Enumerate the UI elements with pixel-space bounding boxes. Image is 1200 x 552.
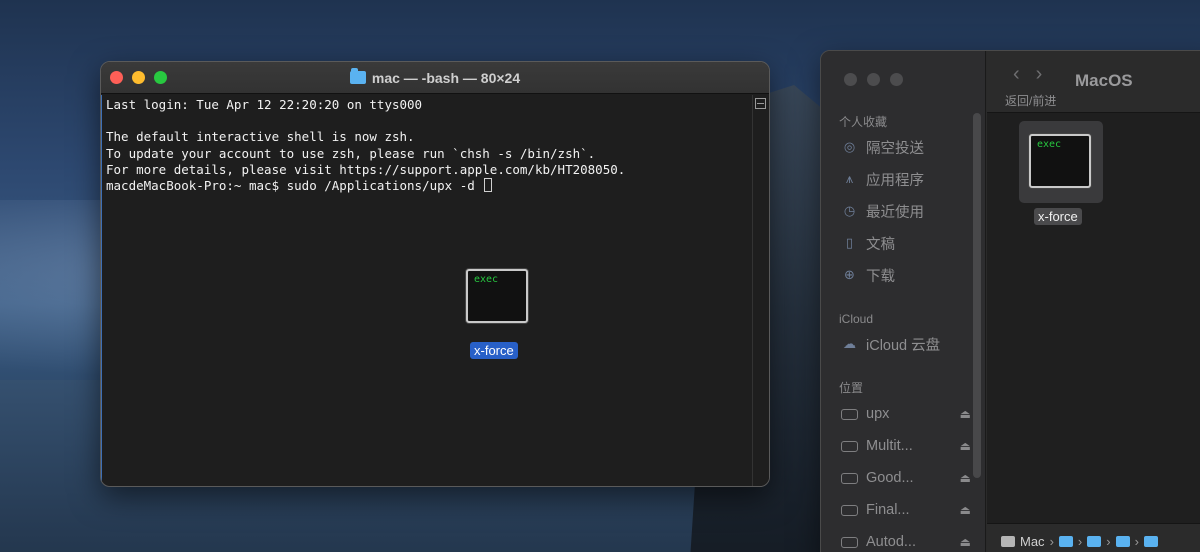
- chevron-right-icon: ›: [1049, 534, 1054, 549]
- terminal-output[interactable]: Last login: Tue Apr 12 22:20:20 on ttys0…: [101, 95, 753, 486]
- disk-icon: [841, 536, 858, 548]
- sidebar-scrollbar[interactable]: [973, 113, 981, 478]
- sidebar-item-applications[interactable]: ⩚ 应用程序: [841, 168, 971, 190]
- sidebar-item-volume[interactable]: Final... ⏏: [841, 499, 971, 521]
- back-chevron-icon[interactable]: ‹: [1013, 63, 1020, 86]
- sidebar-item-label: Final...: [866, 502, 910, 518]
- text-cursor: [484, 177, 493, 192]
- section-header-favorites: 个人收藏: [839, 115, 888, 129]
- document-icon: ▯: [845, 235, 854, 250]
- nav-caption: 返回/前进: [1005, 94, 1057, 108]
- dragged-file-icon[interactable]: exec: [466, 269, 530, 323]
- cloud-icon: ☁: [843, 336, 856, 351]
- eject-icon[interactable]: ⏏: [960, 535, 971, 549]
- finder-toolbar: ‹ › 返回/前进 MacOS: [987, 51, 1200, 113]
- disk-icon: [841, 504, 858, 516]
- minimize-button[interactable]: [867, 73, 880, 86]
- terminal-window[interactable]: mac — -bash — 80×24 Last login: Tue Apr …: [100, 61, 770, 487]
- sidebar-item-airdrop[interactable]: ◎ 隔空投送: [841, 136, 971, 158]
- zoom-button[interactable]: [890, 73, 903, 86]
- sidebar-item-label: 隔空投送: [866, 140, 924, 157]
- minimize-button[interactable]: [132, 71, 145, 84]
- sidebar-item-icloud-drive[interactable]: ☁ iCloud 云盘: [841, 333, 971, 355]
- download-icon: ⊕: [844, 267, 855, 282]
- sidebar-item-label: Autod...: [866, 534, 916, 550]
- folder-icon[interactable]: [1143, 536, 1158, 547]
- close-button[interactable]: [844, 73, 857, 86]
- section-header-icloud: iCloud: [839, 312, 874, 326]
- airdrop-icon: ◎: [843, 139, 856, 154]
- sidebar-item-label: 下载: [866, 268, 895, 285]
- terminal-titlebar[interactable]: mac — -bash — 80×24: [101, 62, 769, 94]
- terminal-scrollbar[interactable]: [752, 95, 769, 486]
- finder-window[interactable]: 个人收藏 ◎ 隔空投送 ⩚ 应用程序 ◷ 最近使用 ▯ 文稿 ⊕ 下载 iClo…: [820, 50, 1200, 552]
- sidebar-item-label: iCloud 云盘: [866, 337, 941, 354]
- split-pane-icon[interactable]: [755, 98, 766, 109]
- sidebar-item-label: upx: [866, 406, 890, 422]
- chevron-right-icon: ›: [1134, 534, 1139, 549]
- chevron-right-icon: ›: [1106, 534, 1111, 549]
- terminal-line: Last login: Tue Apr 12 22:20:20 on ttys0…: [106, 97, 423, 112]
- sidebar-item-volume[interactable]: Good... ⏏: [841, 467, 971, 489]
- sidebar-item-documents[interactable]: ▯ 文稿: [841, 232, 971, 254]
- sidebar-item-volume[interactable]: Autod... ⏏: [841, 531, 971, 552]
- zoom-button[interactable]: [154, 71, 167, 84]
- dragged-file-label: x-force: [470, 342, 518, 359]
- disk-icon: [841, 472, 858, 484]
- sidebar-item-label: 最近使用: [866, 204, 924, 221]
- recents-icon: ◷: [843, 203, 856, 218]
- terminal-line: For more details, please visit https://s…: [106, 161, 626, 177]
- sidebar-item-label: 文稿: [866, 236, 895, 253]
- folder-icon[interactable]: [1087, 536, 1102, 547]
- path-bar: Mac › › › ›: [987, 523, 1200, 552]
- path-root[interactable]: Mac: [1020, 534, 1045, 549]
- eject-icon[interactable]: ⏏: [960, 439, 971, 453]
- folder-icon[interactable]: [1115, 536, 1130, 547]
- hard-drive-icon: [1001, 536, 1015, 547]
- sidebar-item-recents[interactable]: ◷ 最近使用: [841, 200, 971, 222]
- sidebar-item-label: 应用程序: [866, 172, 924, 189]
- eject-icon[interactable]: ⏏: [960, 471, 971, 485]
- eject-icon[interactable]: ⏏: [960, 503, 971, 517]
- close-button[interactable]: [110, 71, 123, 84]
- finder-content[interactable]: ‹ › 返回/前进 MacOS exec x-force Mac › › › ›: [987, 51, 1200, 552]
- folder-icon: [349, 68, 366, 84]
- sidebar-item-volume[interactable]: upx ⏏: [841, 403, 971, 425]
- file-item-x-force[interactable]: exec: [1019, 121, 1103, 203]
- file-label[interactable]: x-force: [1034, 208, 1082, 225]
- sidebar-item-volume[interactable]: Multit... ⏏: [841, 435, 971, 457]
- finder-sidebar: 个人收藏 ◎ 隔空投送 ⩚ 应用程序 ◷ 最近使用 ▯ 文稿 ⊕ 下载 iClo…: [821, 51, 986, 552]
- section-header-locations: 位置: [839, 381, 864, 395]
- terminal-prompt-line: macdeMacBook-Pro:~ mac$ sudo /Applicatio…: [106, 177, 483, 193]
- exec-icon: exec: [1029, 134, 1091, 188]
- forward-chevron-icon[interactable]: ›: [1036, 63, 1043, 86]
- disk-icon: [841, 440, 858, 452]
- terminal-line: To update your account to use zsh, pleas…: [106, 145, 596, 161]
- disk-icon: [841, 408, 858, 420]
- exec-icon: exec: [466, 269, 528, 323]
- folder-icon[interactable]: [1058, 536, 1073, 547]
- folder-title: MacOS: [1075, 71, 1133, 90]
- sidebar-item-label: Multit...: [866, 438, 913, 454]
- terminal-line: The default interactive shell is now zsh…: [106, 129, 415, 145]
- terminal-title: mac — -bash — 80×24: [371, 69, 521, 86]
- chevron-right-icon: ›: [1077, 534, 1083, 549]
- sidebar-item-downloads[interactable]: ⊕ 下载: [841, 264, 971, 286]
- eject-icon[interactable]: ⏏: [960, 407, 971, 421]
- applications-icon: ⩚: [845, 171, 854, 186]
- sidebar-item-label: Good...: [866, 470, 914, 486]
